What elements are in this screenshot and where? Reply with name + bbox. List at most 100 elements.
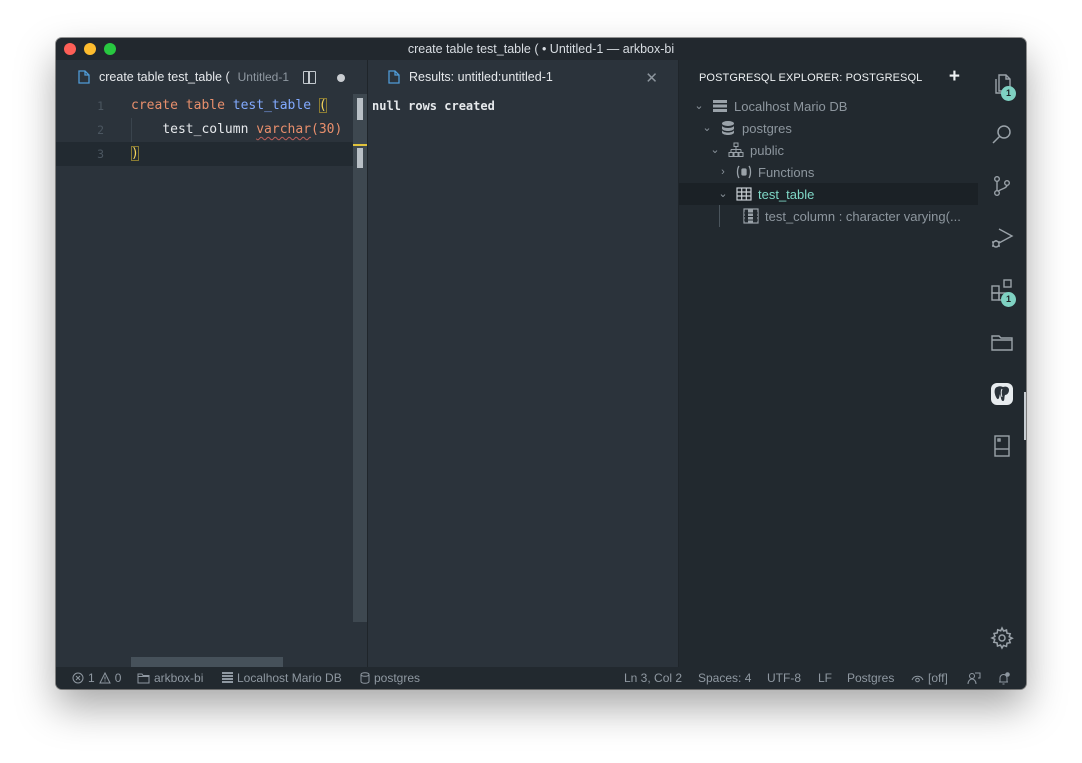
folder-icon bbox=[991, 335, 1013, 351]
database-name: postgres bbox=[374, 671, 421, 685]
editor-tab[interactable]: create table test_table ( Untitled-1 bbox=[56, 60, 368, 94]
add-connection-button[interactable]: + bbox=[949, 66, 960, 88]
language-mode[interactable]: Postgres bbox=[847, 667, 894, 689]
tab-description: Untitled-1 bbox=[237, 70, 289, 84]
activity-run-debug[interactable] bbox=[990, 226, 1014, 250]
folder-name: arkbox-bi bbox=[154, 671, 204, 685]
tree-label: Localhost Mario DB bbox=[734, 98, 848, 114]
result-output: null rows created bbox=[372, 99, 495, 113]
end-of-line[interactable]: LF bbox=[818, 667, 832, 689]
scroll-marker bbox=[357, 98, 363, 120]
minimize-window-button[interactable] bbox=[84, 43, 96, 55]
activity-postgresql[interactable] bbox=[990, 382, 1014, 406]
column-name: test_column bbox=[162, 122, 249, 137]
warning-marker bbox=[353, 144, 367, 146]
connection-name: Localhost Mario DB bbox=[237, 671, 342, 685]
line-number: 1 bbox=[97, 99, 104, 113]
chevron-down-icon: ⌄ bbox=[702, 122, 712, 134]
line-number: 3 bbox=[97, 147, 104, 161]
type-args: (30) bbox=[311, 122, 343, 137]
horizontal-scrollbar[interactable] bbox=[131, 657, 283, 667]
table-icon bbox=[736, 187, 752, 201]
tree-label: Functions bbox=[758, 164, 815, 180]
problems-indicator[interactable]: 1 0 bbox=[72, 667, 121, 689]
extensions-badge: 1 bbox=[1001, 292, 1016, 307]
tree-item-functions[interactable]: › Functions bbox=[679, 161, 978, 183]
folder-indicator[interactable]: arkbox-bi bbox=[137, 667, 203, 689]
schema-icon bbox=[728, 142, 744, 157]
results-tab[interactable]: Results: untitled:untitled-1 bbox=[368, 60, 678, 94]
code-line-current: 3 ) bbox=[56, 142, 353, 166]
warning-icon bbox=[98, 672, 111, 684]
bookmark-icon bbox=[994, 435, 1010, 457]
chevron-down-icon: ⌄ bbox=[710, 144, 720, 156]
explorer-title: POSTGRESQL EXPLORER: POSTGRESQL bbox=[699, 72, 923, 84]
debug-icon bbox=[992, 228, 1014, 248]
gear-icon bbox=[990, 626, 1014, 650]
vertical-scrollbar[interactable] bbox=[353, 94, 367, 622]
cursor-position[interactable]: Ln 3, Col 2 bbox=[624, 667, 682, 689]
tree-item-table[interactable]: ⌄ test_table bbox=[679, 183, 978, 205]
warning-count: 0 bbox=[114, 671, 122, 685]
encoding[interactable]: UTF-8 bbox=[767, 667, 801, 689]
connection-indicator[interactable]: Localhost Mario DB bbox=[222, 667, 342, 689]
database-indicator[interactable]: postgres bbox=[360, 667, 420, 689]
editor-pane: create table test_table ( Untitled-1 1 c… bbox=[56, 60, 368, 667]
keyword: create bbox=[131, 98, 178, 113]
database-icon bbox=[360, 672, 370, 684]
watch-state: [off] bbox=[928, 671, 948, 685]
scroll-marker bbox=[357, 148, 363, 168]
activity-bar: 1 1 bbox=[978, 60, 1026, 667]
error-icon bbox=[72, 672, 84, 684]
activity-bookmarks[interactable] bbox=[990, 434, 1014, 458]
server-icon bbox=[222, 672, 233, 683]
unsaved-dot-icon[interactable] bbox=[337, 74, 345, 82]
feedback-icon bbox=[967, 672, 981, 684]
column-icon bbox=[743, 208, 759, 224]
postgresql-elephant-icon bbox=[991, 383, 1013, 405]
tree-item-database[interactable]: ⌄ postgres bbox=[679, 117, 978, 139]
feedback-button[interactable] bbox=[967, 667, 985, 689]
window-title: create table test_table ( • Untitled-1 —… bbox=[407, 42, 675, 56]
code-line: 2 test_column varchar(30) bbox=[56, 118, 353, 142]
bracket: ( bbox=[318, 98, 327, 113]
tab-title: create table test_table ( bbox=[99, 70, 230, 84]
notifications-button[interactable] bbox=[997, 667, 1014, 689]
close-window-button[interactable] bbox=[64, 43, 76, 55]
active-indicator bbox=[1024, 392, 1026, 440]
database-icon bbox=[722, 121, 734, 135]
activity-search[interactable] bbox=[990, 122, 1014, 146]
chevron-down-icon: ⌄ bbox=[718, 188, 728, 200]
keyword: table bbox=[185, 98, 225, 113]
line-number: 2 bbox=[97, 123, 104, 137]
identifier: test_table bbox=[232, 98, 312, 113]
status-bar: 1 0 arkbox-bi Localhost Mario DB postgre… bbox=[56, 667, 1026, 689]
file-icon bbox=[388, 70, 400, 84]
results-pane: Results: untitled:untitled-1 ✕ null rows… bbox=[368, 60, 678, 667]
tree-label: test_table bbox=[758, 186, 815, 202]
split-editor-icon[interactable] bbox=[303, 71, 316, 84]
code-editor[interactable]: 1 create table test_table ( 2 test_colum… bbox=[56, 94, 368, 667]
tree-item-schema[interactable]: ⌄ public bbox=[679, 139, 978, 161]
results-tab-title: Results: untitled:untitled-1 bbox=[409, 70, 553, 84]
eye-icon bbox=[911, 675, 924, 683]
postgresql-explorer: POSTGRESQL EXPLORER: POSTGRESQL + ⌄ Loca… bbox=[679, 60, 978, 667]
source-control-icon bbox=[993, 176, 1010, 197]
tree-item-connection[interactable]: ⌄ Localhost Mario DB bbox=[679, 95, 978, 117]
activity-source-control[interactable] bbox=[990, 174, 1014, 198]
function-icon bbox=[736, 165, 752, 179]
search-icon bbox=[992, 125, 1011, 144]
indentation[interactable]: Spaces: 4 bbox=[698, 667, 751, 689]
activity-settings[interactable] bbox=[990, 626, 1014, 650]
title-bar: create table test_table ( • Untitled-1 —… bbox=[56, 38, 1026, 60]
maximize-window-button[interactable] bbox=[104, 43, 116, 55]
type-keyword: varchar bbox=[256, 122, 312, 137]
error-count: 1 bbox=[88, 671, 95, 685]
close-icon[interactable]: ✕ bbox=[645, 69, 658, 87]
chevron-right-icon: › bbox=[721, 166, 725, 178]
app-window: create table test_table ( • Untitled-1 —… bbox=[56, 38, 1026, 689]
tree-item-column[interactable]: test_column : character varying(... bbox=[679, 205, 978, 227]
live-share-watch[interactable]: [off] bbox=[911, 667, 948, 689]
activity-project-manager[interactable] bbox=[990, 330, 1014, 354]
bracket: ) bbox=[131, 146, 139, 161]
